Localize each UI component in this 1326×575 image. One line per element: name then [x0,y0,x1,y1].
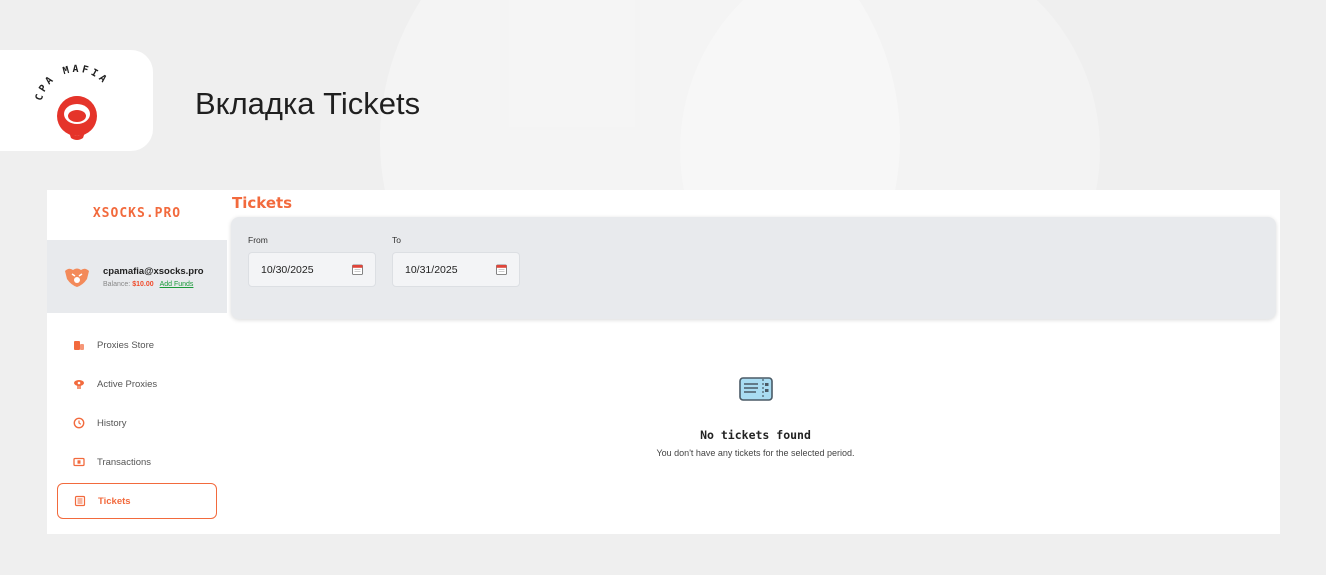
avatar [65,268,89,287]
sidebar-item-label: Active Proxies [97,378,158,390]
sidebar-item-active-proxies[interactable]: Active Proxies [57,366,217,402]
to-date-value: 10/31/2025 [405,263,458,276]
empty-state-message: You don't have any tickets for the selec… [656,448,855,458]
from-date-value: 10/30/2025 [261,263,314,276]
calendar-icon[interactable] [352,264,363,275]
sidebar-nav: Proxies Store Active Proxies History Tra… [57,327,217,522]
sidebar-item-label: Tickets [98,495,131,507]
to-label: To [392,235,401,245]
cpa-mafia-logo: CPA MAFIA [33,63,110,140]
add-funds-link[interactable]: Add Funds [160,281,194,288]
sidebar-item-label: Transactions [97,456,152,468]
sidebar: XSOCKS.PRO cpamafia@xsocks.pro Balance: … [47,190,227,534]
brand-logo[interactable]: XSOCKS.PRO [47,206,227,221]
clock-icon [73,417,85,429]
balance-line: Balance: $10.00 Add Funds [103,281,204,288]
ticket-icon [738,377,773,401]
user-card: cpamafia@xsocks.pro Balance: $10.00 Add … [47,240,227,313]
logo-text: CPA MAFIA [33,63,107,101]
filter-panel: From 10/30/2025 To 10/31/2025 [231,217,1276,319]
balance-amount: $10.00 [132,280,154,288]
sidebar-item-proxies-store[interactable]: Proxies Store [57,327,217,363]
from-date-input[interactable]: 10/30/2025 [248,252,376,287]
sidebar-item-tickets[interactable]: Tickets [57,483,217,519]
active-proxies-icon [74,380,84,389]
balance-label: Balance: [103,280,131,288]
sidebar-item-transactions[interactable]: Transactions [57,444,217,480]
to-date-input[interactable]: 10/31/2025 [392,252,520,287]
main-content: Tickets From 10/30/2025 To 10/31/2025 No… [231,190,1280,534]
sidebar-item-history[interactable]: History [57,405,217,441]
svg-text:CPA MAFIA: CPA MAFIA [33,63,110,101]
tickets-icon [74,495,86,507]
logo-card: CPA MAFIA [0,50,153,151]
slide-title: Вкладка Tickets [195,86,421,121]
sidebar-item-label: Proxies Store [97,339,155,351]
user-email: cpamafia@xsocks.pro [103,265,204,277]
calendar-icon[interactable] [496,264,507,275]
empty-state: No tickets found You don't have any tick… [231,374,1280,458]
from-label: From [248,235,268,245]
store-icon [74,341,84,350]
money-icon [73,457,85,467]
page-title: Tickets [232,194,293,212]
app-window: XSOCKS.PRO cpamafia@xsocks.pro Balance: … [47,190,1280,534]
sidebar-item-label: History [97,417,127,429]
empty-state-title: No tickets found [700,428,811,442]
